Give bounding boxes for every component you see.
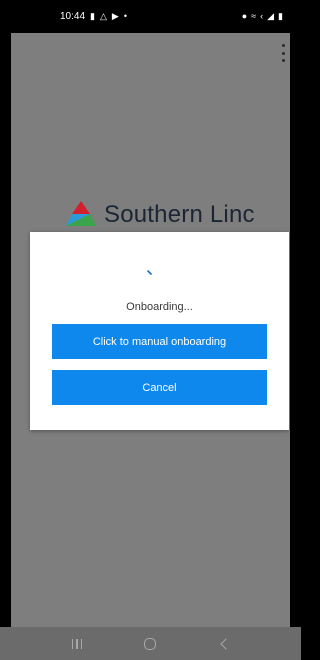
back-icon bbox=[220, 637, 232, 650]
status-bar: 10:44 ▮ △ ▶ • ● ≈ ‹ ◢ ▮ bbox=[0, 0, 301, 33]
home-button[interactable] bbox=[135, 634, 165, 654]
network-share-icon: △ bbox=[99, 11, 107, 21]
logo-mark-icon bbox=[66, 201, 96, 226]
overflow-menu-icon[interactable] bbox=[278, 44, 288, 62]
clock: 10:44 bbox=[60, 11, 86, 22]
back-button[interactable] bbox=[209, 634, 239, 654]
dot-icon: • bbox=[123, 11, 127, 21]
cast-icon: ▶ bbox=[111, 11, 119, 21]
signal-icon: ◢ bbox=[267, 11, 275, 21]
wifi-calling-icon: ≈ bbox=[251, 11, 257, 21]
status-left: 10:44 ▮ △ ▶ • bbox=[60, 11, 127, 22]
navigation-bar bbox=[0, 627, 301, 660]
status-right: ● ≈ ‹ ◢ ▮ bbox=[242, 12, 283, 21]
battery-saver-icon: ▮ bbox=[90, 11, 95, 21]
loading-spinner-icon bbox=[147, 270, 152, 275]
onboarding-status-text: Onboarding... bbox=[126, 301, 193, 313]
recents-icon bbox=[71, 638, 83, 649]
manual-onboarding-button[interactable]: Click to manual onboarding bbox=[52, 324, 267, 359]
lte-icon: ‹ bbox=[260, 11, 264, 21]
location-icon: ● bbox=[241, 11, 248, 21]
battery-icon: ▮ bbox=[278, 11, 283, 21]
cancel-button[interactable]: Cancel bbox=[52, 370, 267, 405]
logo-text: Southern Linc bbox=[104, 201, 255, 228]
southern-linc-logo: Southern Linc bbox=[64, 199, 255, 231]
home-icon bbox=[144, 637, 157, 650]
recents-button[interactable] bbox=[62, 634, 92, 654]
onboarding-dialog: Onboarding... Click to manual onboarding… bbox=[30, 232, 289, 430]
